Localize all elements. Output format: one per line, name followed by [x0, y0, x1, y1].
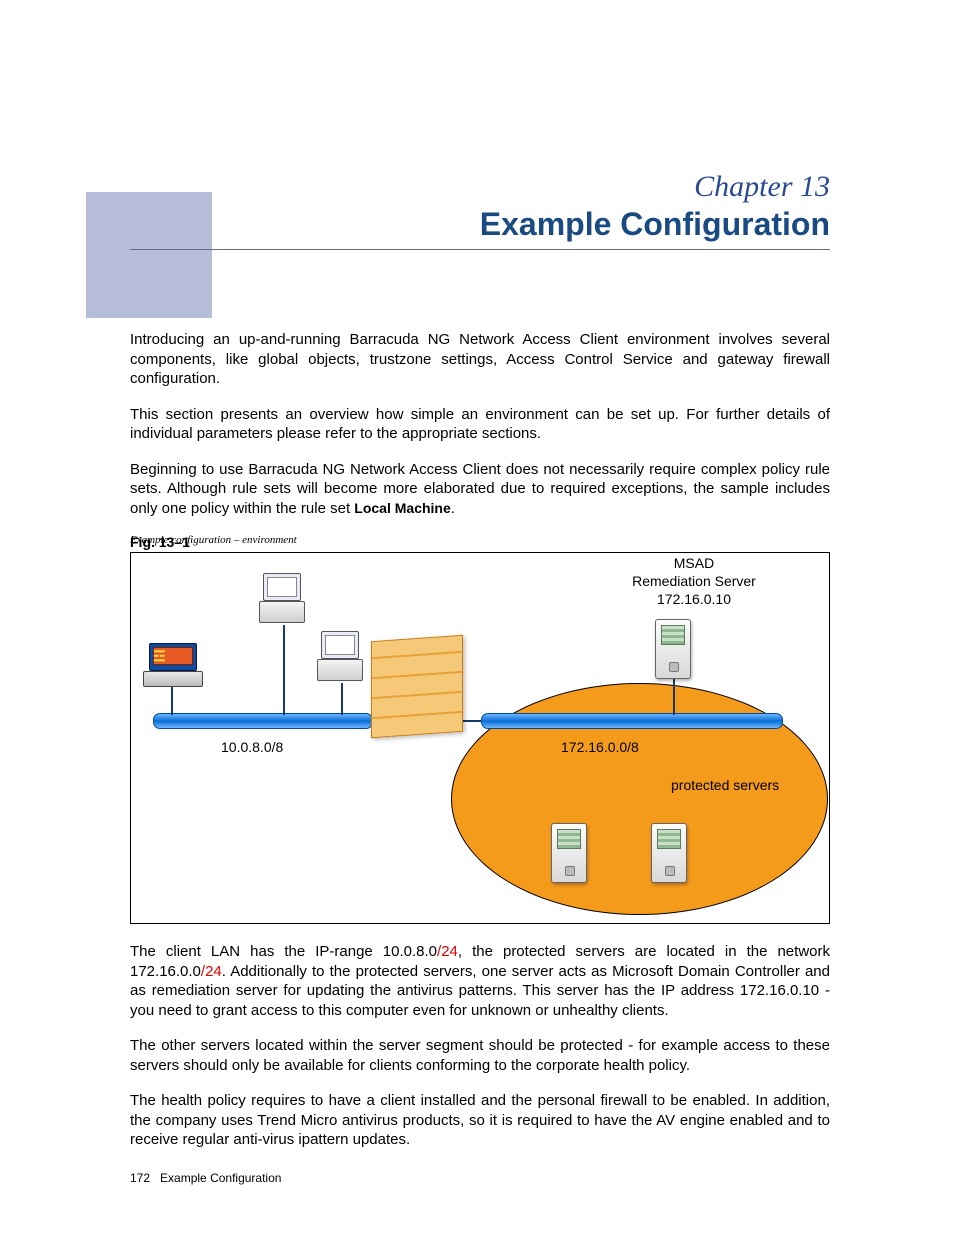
- p4-cidr-2: /24: [201, 963, 222, 980]
- right-network-label: 172.16.0.0/8: [561, 739, 639, 755]
- left-network-bar: [153, 713, 373, 729]
- paragraph-5: The other servers located within the ser…: [130, 1036, 830, 1075]
- protected-server-icon: [651, 823, 687, 883]
- footer-page-number: 172: [130, 1171, 150, 1185]
- msad-server-icon: [655, 619, 691, 679]
- p4-text-a: The client LAN has the IP-range 10.0.8.0: [130, 943, 437, 960]
- conn-line: [283, 625, 285, 715]
- chapter-title: Example Configuration: [130, 206, 830, 243]
- chapter-number: Chapter 13: [130, 170, 830, 204]
- footer-section: Example Configuration: [160, 1171, 281, 1185]
- p3-local-machine: Local Machine: [354, 500, 450, 516]
- client-pc-icon: [317, 631, 363, 681]
- page-footer: 172 Example Configuration: [130, 1171, 281, 1185]
- conn-line: [171, 687, 173, 715]
- page-content: Chapter 13 Example Configuration Introdu…: [130, 170, 830, 1166]
- p4-cidr-1: /24: [437, 943, 458, 960]
- conn-line: [673, 675, 675, 715]
- firewall-icon: [371, 635, 463, 738]
- client-laptop-icon: ☲: [143, 643, 203, 687]
- figure-diagram: ☲ 10.0.8.0/8 172.16.0.0/8 MSAD Remediati…: [130, 552, 830, 924]
- paragraph-6: The health policy requires to have a cli…: [130, 1091, 830, 1150]
- client-pc-icon: [259, 573, 305, 623]
- p4-text-e: . Additionally to the protected servers,…: [130, 963, 830, 1019]
- p3-text-c: .: [451, 500, 455, 517]
- figure-caption-label: Fig. 13–1: [130, 534, 190, 550]
- figure-caption: Fig. 13–1 Example configuration – enviro…: [130, 534, 830, 546]
- right-network-bar: [481, 713, 783, 729]
- conn-line: [461, 720, 481, 722]
- intro-paragraph-3: Beginning to use Barracuda NG Network Ac…: [130, 460, 830, 519]
- protected-server-icon: [551, 823, 587, 883]
- intro-paragraph-1: Introducing an up-and-running Barracuda …: [130, 330, 830, 389]
- protected-servers-label: protected servers: [671, 777, 779, 793]
- intro-paragraph-2: This section presents an overview how si…: [130, 405, 830, 444]
- msad-label-3: 172.16.0.10: [609, 591, 779, 607]
- msad-label-1: MSAD: [609, 555, 779, 571]
- msad-label-2: Remediation Server: [609, 573, 779, 589]
- paragraph-4: The client LAN has the IP-range 10.0.8.0…: [130, 942, 830, 1020]
- conn-line: [341, 683, 343, 715]
- title-rule: [130, 249, 830, 250]
- p3-text-a: Beginning to use Barracuda NG Network Ac…: [130, 461, 830, 517]
- left-network-label: 10.0.8.0/8: [221, 739, 283, 755]
